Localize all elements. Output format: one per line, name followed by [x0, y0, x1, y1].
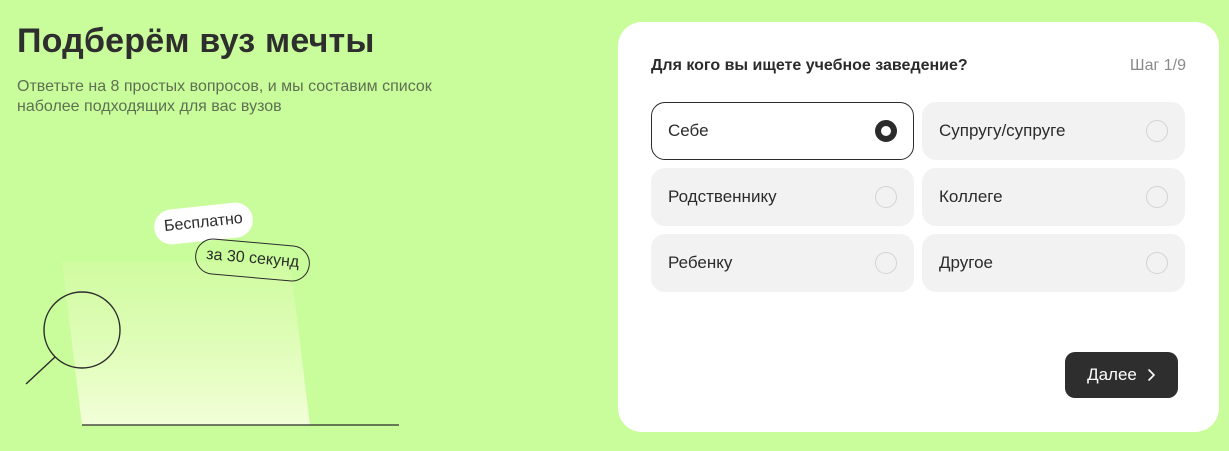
- step-counter: Шаг 1/9: [1129, 57, 1186, 74]
- quiz-question: Для кого вы ищете учебное заведение?: [651, 57, 968, 74]
- option-child[interactable]: Ребенку: [651, 234, 914, 292]
- option-self[interactable]: Себе: [651, 102, 914, 160]
- radio-empty-icon[interactable]: [875, 252, 897, 274]
- page-subtitle: Ответьте на 8 простых вопросов, и мы сос…: [17, 78, 432, 115]
- option-label: Другое: [939, 253, 994, 272]
- chevron-right-icon: [1148, 369, 1155, 381]
- option-relative[interactable]: Родственнику: [651, 168, 914, 226]
- option-label: Супругу/супруге: [939, 121, 1066, 140]
- options-grid: Себе Супругу/супруге Родственнику Коллег…: [651, 102, 1185, 292]
- page: Подберём вуз мечты Ответьте на 8 простых…: [0, 0, 1229, 451]
- page-title: Подберём вуз мечты: [17, 22, 375, 60]
- radio-empty-icon[interactable]: [1146, 252, 1168, 274]
- option-other[interactable]: Другое: [922, 234, 1185, 292]
- option-colleague[interactable]: Коллеге: [922, 168, 1185, 226]
- option-label: Коллеге: [939, 187, 1003, 206]
- option-label: Ребенку: [668, 253, 733, 272]
- next-button-label: Далее: [1087, 365, 1137, 384]
- light-beam-shape: [62, 262, 310, 425]
- radio-checked-icon[interactable]: [875, 120, 897, 142]
- radio-empty-icon[interactable]: [1146, 186, 1168, 208]
- option-spouse[interactable]: Супругу/супруге: [922, 102, 1185, 160]
- radio-empty-icon[interactable]: [1146, 120, 1168, 142]
- quiz-card: Для кого вы ищете учебное заведение? Шаг…: [618, 22, 1219, 432]
- next-button[interactable]: Далее: [1065, 352, 1178, 398]
- radio-empty-icon[interactable]: [875, 186, 897, 208]
- option-label: Родственнику: [668, 187, 777, 206]
- option-label: Себе: [668, 121, 709, 140]
